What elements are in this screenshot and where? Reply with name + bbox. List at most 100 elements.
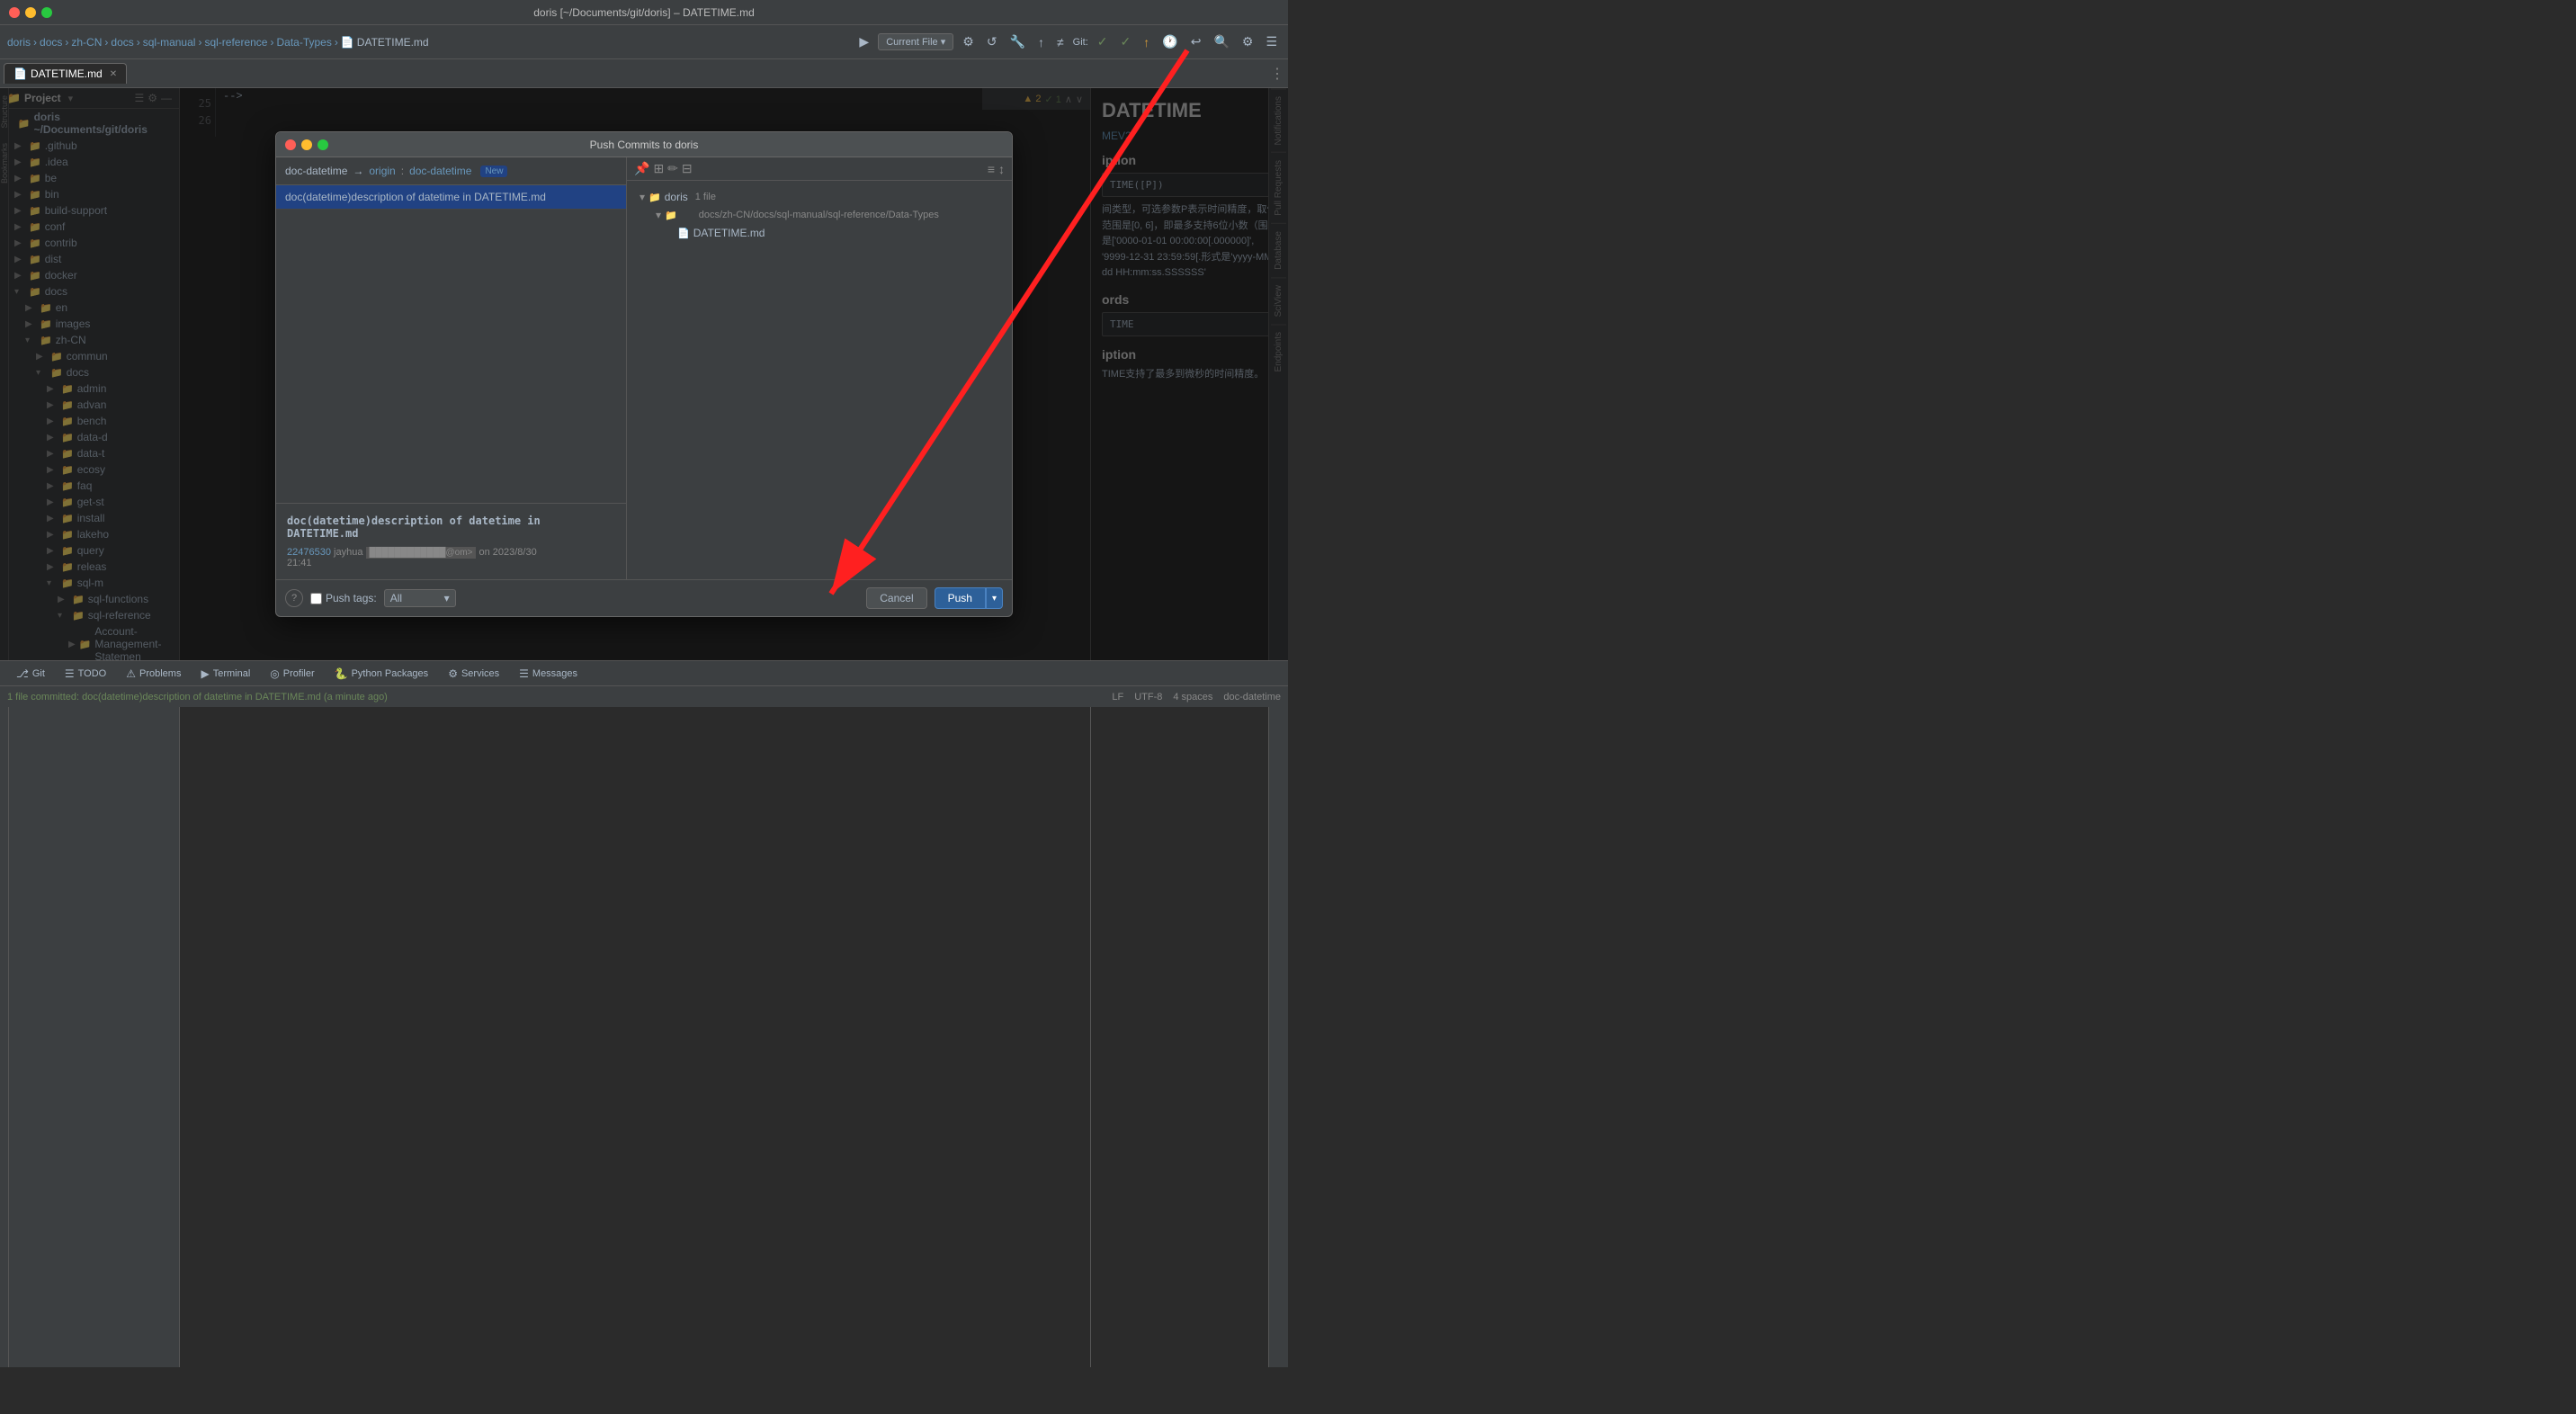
git-btab-icon: ⎇ — [16, 667, 29, 680]
tab-icon: 📄 — [13, 67, 27, 80]
dialog-toolbar-filter[interactable]: ≡ — [988, 162, 995, 176]
origin-sep: : — [401, 165, 404, 177]
indent-indicator[interactable]: 4 spaces — [1173, 692, 1212, 703]
tags-dropdown[interactable]: All ▾ — [384, 589, 456, 607]
commit-detail-meta: 22476530 jayhua ████████████@om> on 2023… — [287, 547, 615, 568]
python-btab-icon: 🐍 — [335, 667, 348, 680]
dialog-min-btn[interactable] — [301, 139, 312, 150]
history-icon[interactable]: 🕐 — [1158, 32, 1181, 51]
commit-email: ████████████@om> — [366, 547, 477, 559]
toolbar: doris › docs › zh-CN › docs › sql-manual… — [0, 25, 1288, 59]
file-path-text: docs/zh-CN/docs/sql-manual/sql-reference… — [681, 210, 939, 220]
close-button[interactable] — [9, 7, 20, 18]
dialog-footer-left: ? Push tags: All ▾ — [285, 589, 456, 607]
commit-list: doc(datetime)description of datetime in … — [276, 185, 626, 503]
doris-folder-name: doris — [665, 191, 688, 203]
commit-author: jayhua — [334, 547, 365, 558]
branch-indicator[interactable]: doc-datetime — [1223, 692, 1281, 703]
file-tree-root[interactable]: ▾ 📁 doris 1 file — [634, 188, 1005, 206]
title-bar: doris [~/Documents/git/doris] – DATETIME… — [0, 0, 1288, 25]
dialog-toolbar-grid[interactable]: ⊞ — [653, 161, 664, 176]
breadcrumb-docs[interactable]: docs — [40, 36, 62, 49]
dialog-file-tree: ▾ 📁 doris 1 file ▾ 📁 docs/zh-CN/docs/sql… — [627, 181, 1012, 579]
file-tree-expand-root: ▾ — [640, 191, 645, 203]
breadcrumb-sql-reference[interactable]: sql-reference — [204, 36, 267, 49]
btab-messages-label: Messages — [532, 668, 577, 679]
push-tags-check-input[interactable] — [310, 593, 322, 604]
btab-terminal-label: Terminal — [213, 668, 251, 679]
dialog-title: Push Commits to doris — [590, 139, 699, 151]
encoding-indicator[interactable]: UTF-8 — [1134, 692, 1162, 703]
window-title: doris [~/Documents/git/doris] – DATETIME… — [533, 6, 755, 19]
search-icon[interactable]: 🔍 — [1210, 32, 1232, 51]
dialog-max-btn[interactable] — [318, 139, 328, 150]
cancel-button[interactable]: Cancel — [866, 587, 926, 609]
build-icon[interactable]: ⚙ — [959, 32, 978, 51]
dialog-toolbar-pin[interactable]: 📌 — [634, 161, 649, 176]
git-check2-icon[interactable]: ✓ — [1117, 32, 1135, 51]
dialog-toolbar-edit[interactable]: ✏ — [667, 161, 678, 176]
services-btab-icon: ⚙ — [448, 667, 458, 680]
btab-python[interactable]: 🐍 Python Packages — [326, 665, 438, 683]
btab-problems-label: Problems — [139, 668, 181, 679]
file-tree-file[interactable]: 📄 DATETIME.md — [634, 224, 1005, 242]
breadcrumb: doris › docs › zh-CN › docs › sql-manual… — [7, 36, 429, 49]
tab-close[interactable]: ✕ — [110, 69, 117, 79]
dialog-toolbar-sort[interactable]: ↕ — [998, 162, 1005, 176]
path-folder-icon: 📁 — [665, 210, 677, 221]
file-tree-path[interactable]: ▾ 📁 docs/zh-CN/docs/sql-manual/sql-refer… — [634, 206, 1005, 224]
dialog-close-btn[interactable] — [285, 139, 296, 150]
tools-icon[interactable]: 🔧 — [1006, 32, 1029, 51]
maximize-button[interactable] — [41, 7, 52, 18]
git-push-icon[interactable]: ↑ — [1140, 33, 1153, 51]
minimize-button[interactable] — [25, 7, 36, 18]
problems-btab-icon: ⚠ — [126, 667, 136, 680]
btab-services[interactable]: ⚙ Services — [439, 665, 508, 683]
btab-services-label: Services — [461, 668, 499, 679]
menu-icon[interactable]: ☰ — [1262, 32, 1281, 51]
breadcrumb-docs2[interactable]: docs — [111, 36, 133, 49]
btab-git[interactable]: ⎇ Git — [7, 665, 54, 683]
run-icon[interactable]: ▶ — [855, 32, 872, 51]
dialog-window-controls — [285, 139, 328, 150]
tab-label: DATETIME.md — [31, 67, 103, 80]
push-dropdown-button[interactable]: ▾ — [986, 587, 1003, 609]
doris-folder-icon: 📁 — [648, 192, 661, 203]
breadcrumb-zh-cn[interactable]: zh-CN — [71, 36, 102, 49]
breadcrumb-sql-manual[interactable]: sql-manual — [143, 36, 196, 49]
branch-to: doc-datetime — [409, 165, 471, 177]
commit-icon[interactable]: ↑ — [1034, 33, 1048, 51]
git-check-icon[interactable]: ✓ — [1094, 32, 1112, 51]
tags-chevron-icon: ▾ — [444, 592, 450, 604]
breadcrumb-doris[interactable]: doris — [7, 36, 31, 49]
branch-arrow: → — [353, 165, 363, 177]
bottom-tabs: ⎇ Git ☰ TODO ⚠ Problems ▶ Terminal ◎ Pro… — [0, 660, 1288, 685]
dialog-files-panel: 📌 ⊞ ✏ ⊟ ≡ ↕ ▾ 📁 doris 1 file ▾ — [627, 157, 1012, 579]
breadcrumb-data-types[interactable]: Data-Types — [276, 36, 331, 49]
push-button[interactable]: Push — [935, 587, 986, 609]
dialog-footer: ? Push tags: All ▾ Cancel Push ▾ — [276, 579, 1012, 616]
diff-icon[interactable]: ≠ — [1053, 33, 1068, 51]
tab-datetime[interactable]: 📄 DATETIME.md ✕ — [4, 63, 127, 84]
dialog-toolbar-view[interactable]: ⊟ — [682, 161, 693, 176]
commit-item-0[interactable]: doc(datetime)description of datetime in … — [276, 185, 626, 210]
current-file-dropdown[interactable]: Current File ▾ — [878, 33, 953, 50]
lf-indicator[interactable]: LF — [1112, 692, 1123, 703]
git-label: Git: — [1073, 37, 1088, 48]
commit-detail-message: doc(datetime)description of datetime inD… — [287, 515, 615, 540]
settings-icon[interactable]: ⚙ — [1239, 32, 1257, 51]
push-btn-group: Push ▾ — [935, 587, 1003, 609]
tab-more[interactable]: ⋮ — [1270, 65, 1284, 83]
undo-icon[interactable]: ↩ — [1187, 32, 1205, 51]
btab-problems[interactable]: ⚠ Problems — [117, 665, 190, 683]
push-tags-label: Push tags: — [326, 592, 377, 604]
status-message: 1 file committed: doc(datetime)descripti… — [7, 692, 388, 703]
btab-terminal[interactable]: ▶ Terminal — [192, 665, 259, 683]
reload-icon[interactable]: ↺ — [983, 32, 1001, 51]
btab-messages[interactable]: ☰ Messages — [510, 665, 586, 683]
push-tags-checkbox[interactable]: Push tags: — [310, 592, 377, 604]
help-button[interactable]: ? — [285, 589, 303, 607]
btab-todo[interactable]: ☰ TODO — [56, 665, 115, 683]
btab-profiler[interactable]: ◎ Profiler — [261, 665, 323, 683]
new-badge: New — [480, 166, 507, 177]
